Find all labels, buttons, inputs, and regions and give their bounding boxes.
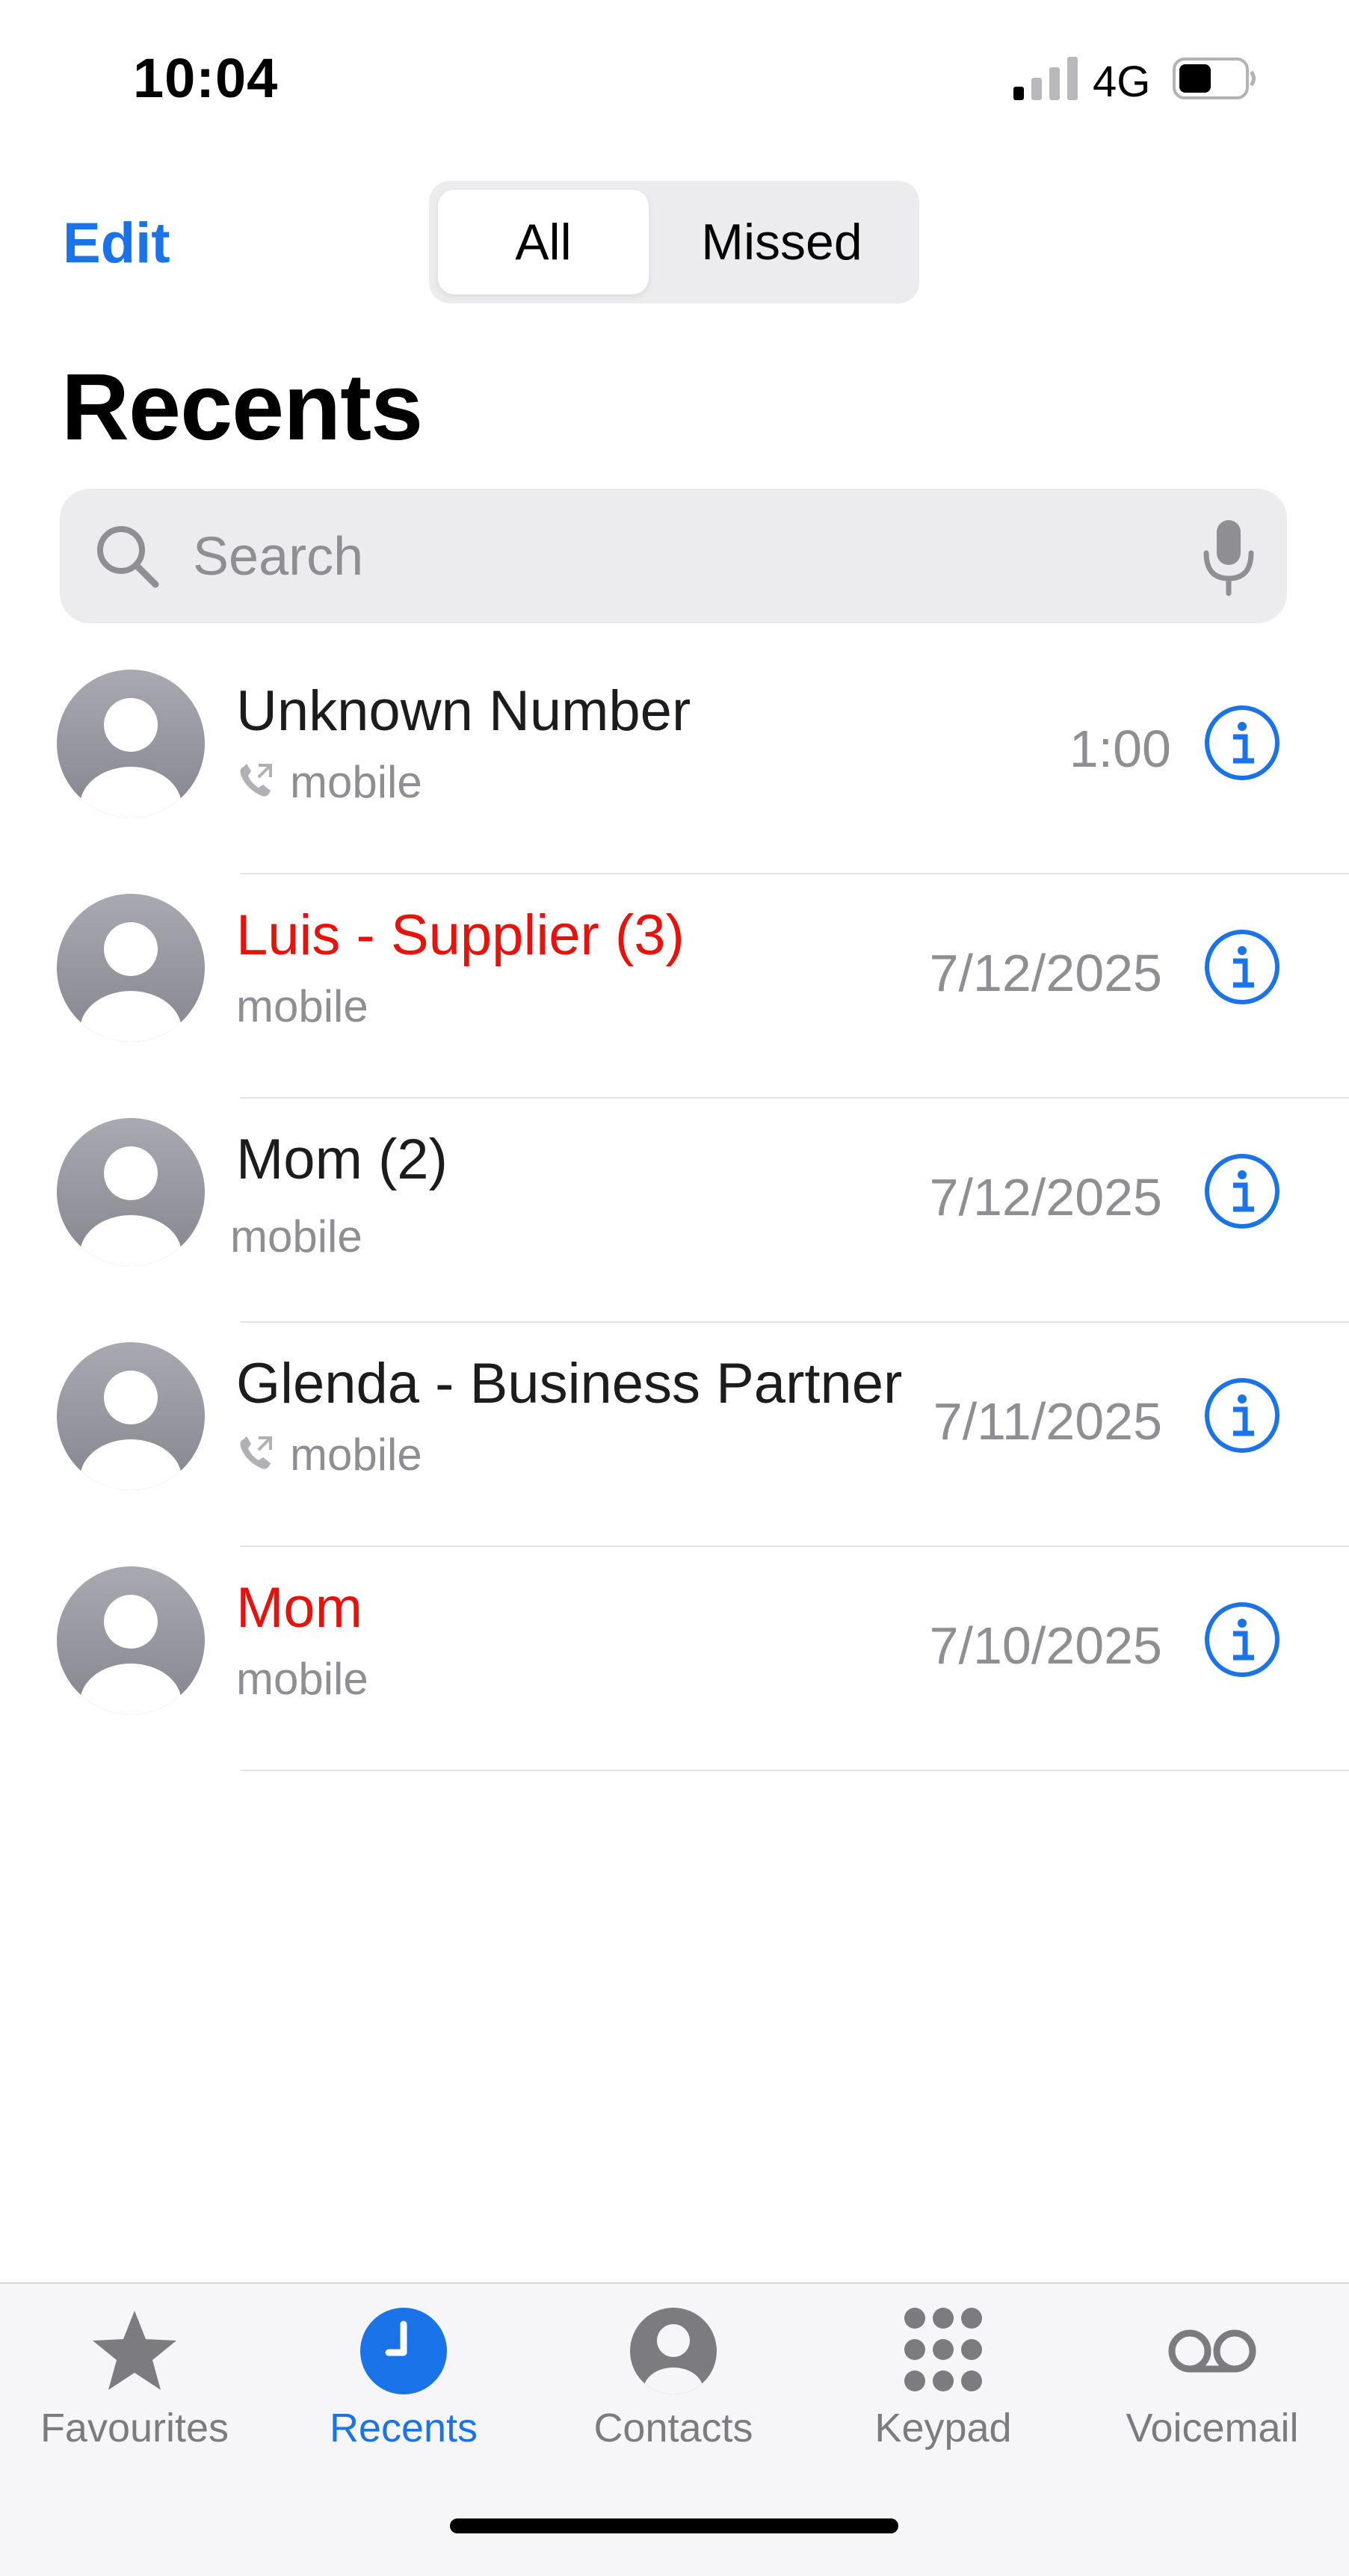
call-type-label: mobile bbox=[236, 1654, 368, 1704]
call-time: 1:00 bbox=[1069, 720, 1171, 778]
info-icon[interactable] bbox=[1203, 1377, 1281, 1454]
call-row[interactable]: Unknown Number mobile 1:00 bbox=[0, 650, 1349, 874]
signal-icon bbox=[1013, 57, 1078, 100]
tab-recents[interactable]: Recents bbox=[277, 2306, 531, 2501]
keypad-icon bbox=[904, 2308, 982, 2391]
call-row[interactable]: Mom (2) mobile 7/12/2025 bbox=[0, 1099, 1349, 1323]
tab-contacts[interactable]: Contacts bbox=[546, 2306, 800, 2501]
tab-label: Favourites bbox=[40, 2406, 229, 2450]
info-icon[interactable] bbox=[1203, 928, 1281, 1006]
segment-all[interactable]: All bbox=[438, 190, 649, 294]
recents-list: Unknown Number mobile 1:00 Luis - Suppli… bbox=[0, 650, 1349, 1771]
clock-icon bbox=[360, 2308, 447, 2394]
status-bar: 10:04 4G bbox=[0, 0, 1349, 164]
tab-keypad[interactable]: Keypad bbox=[816, 2306, 1070, 2501]
contact-name: Luis - Supplier (3) bbox=[236, 904, 685, 967]
call-row[interactable]: Glenda - Business Partner mobile 7/11/20… bbox=[0, 1323, 1349, 1547]
contact-name: Mom bbox=[236, 1576, 362, 1640]
call-time: 7/10/2025 bbox=[929, 1616, 1162, 1675]
edit-button[interactable]: Edit bbox=[63, 211, 170, 276]
call-time: 7/11/2025 bbox=[933, 1392, 1162, 1451]
avatar-icon bbox=[57, 1342, 205, 1490]
page-title: Recents bbox=[61, 354, 423, 460]
call-filter-segmented-control: All Missed bbox=[429, 181, 919, 303]
tab-voicemail[interactable]: Voicemail bbox=[1085, 2306, 1339, 2501]
outgoing-call-icon bbox=[240, 1436, 272, 1469]
contact-name: Glenda - Business Partner bbox=[236, 1352, 903, 1415]
call-type-label: mobile bbox=[290, 1430, 422, 1480]
search-input[interactable] bbox=[191, 511, 1151, 602]
contact-name: Unknown Number bbox=[236, 679, 691, 743]
info-icon[interactable] bbox=[1203, 1152, 1281, 1230]
info-icon[interactable] bbox=[1203, 1601, 1281, 1678]
network-label: 4G bbox=[1093, 58, 1151, 106]
outgoing-call-icon bbox=[240, 764, 272, 797]
call-row[interactable]: Luis - Supplier (3) mobile 7/12/2025 bbox=[0, 874, 1349, 1099]
avatar-icon bbox=[57, 894, 205, 1042]
call-type-label: mobile bbox=[230, 1211, 362, 1261]
voicemail-icon bbox=[1168, 2329, 1256, 2373]
tab-label: Contacts bbox=[593, 2406, 753, 2450]
row-divider bbox=[241, 1770, 1349, 1771]
call-type-label: mobile bbox=[236, 981, 368, 1031]
avatar-icon bbox=[57, 1118, 205, 1266]
tab-label: Voicemail bbox=[1126, 2406, 1299, 2450]
person-circle-icon bbox=[630, 2308, 717, 2394]
mic-icon[interactable] bbox=[1199, 517, 1259, 598]
avatar-icon bbox=[57, 1566, 205, 1714]
call-time: 7/12/2025 bbox=[929, 1168, 1162, 1226]
tab-label: Recents bbox=[329, 2406, 478, 2450]
call-type-label: mobile bbox=[290, 757, 422, 807]
battery-icon bbox=[1173, 58, 1256, 99]
star-icon bbox=[93, 2311, 176, 2390]
search-icon bbox=[97, 526, 159, 588]
home-indicator[interactable] bbox=[450, 2518, 898, 2533]
tab-favourites[interactable]: Favourites bbox=[7, 2306, 262, 2501]
tab-label: Keypad bbox=[874, 2406, 1012, 2450]
contact-name: Mom (2) bbox=[236, 1128, 448, 1191]
search-bar[interactable] bbox=[60, 489, 1287, 623]
call-row[interactable]: Mom mobile 7/10/2025 bbox=[0, 1547, 1349, 1771]
avatar-icon bbox=[57, 670, 205, 818]
status-time: 10:04 bbox=[133, 47, 279, 109]
call-time: 7/12/2025 bbox=[929, 944, 1162, 1002]
segment-missed[interactable]: Missed bbox=[653, 190, 910, 294]
info-icon[interactable] bbox=[1203, 704, 1281, 782]
